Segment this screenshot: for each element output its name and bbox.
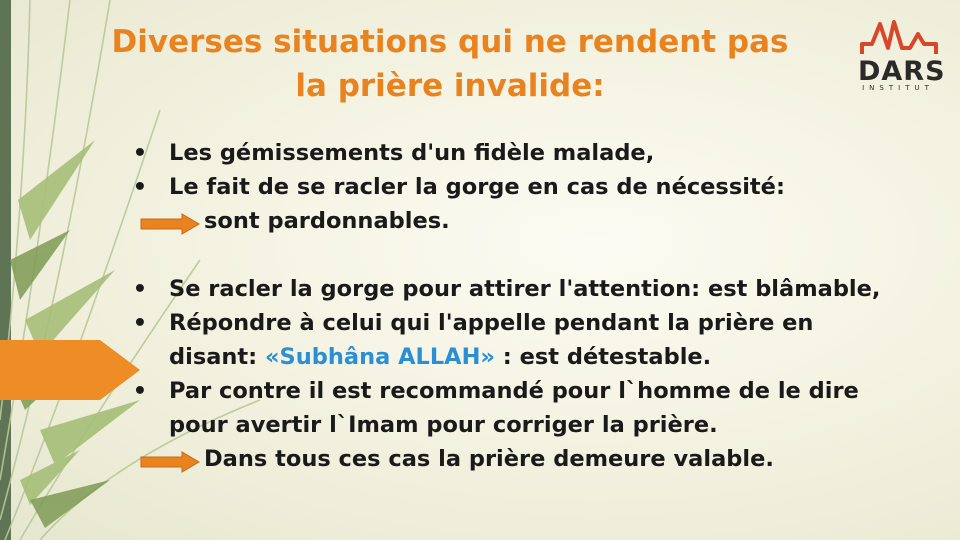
list-item-text: Par contre il est recommandé pour l`homm…: [169, 378, 859, 404]
orange-pennant: [0, 340, 140, 400]
title-line-2: la prière invalide:: [295, 68, 605, 104]
right-arrow-icon: [140, 451, 200, 473]
list-item-text: pour avertir l`Imam pour corriger la pri…: [169, 412, 718, 438]
list-item-text: disant: «Subhâna ALLAH» : est détestable…: [169, 344, 711, 370]
logo-emblem-icon: [860, 20, 938, 54]
conclusion-text: Dans tous ces cas la prière demeure vala…: [204, 446, 774, 472]
slide-title: Diverses situations qui ne rendent pas l…: [60, 20, 840, 108]
bullet-icon: •: [132, 378, 148, 404]
list-item-text: Répondre à celui qui l'appelle pendant l…: [169, 310, 814, 336]
slide: Diverses situations qui ne rendent pas l…: [0, 0, 960, 540]
list-item-text: Se racler la gorge pour attirer l'attent…: [169, 276, 881, 302]
highlighted-phrase: «Subhâna ALLAH»: [265, 344, 495, 370]
title-line-1: Diverses situations qui ne rendent pas: [111, 24, 789, 60]
dars-institut-logo: DARS INSTITUT: [858, 16, 946, 96]
logo-subtitle: INSTITUT: [862, 84, 934, 92]
text-prefix: disant:: [169, 344, 265, 370]
logo-name: DARS: [858, 56, 946, 87]
list-item-text: Les gémissements d'un fidèle malade,: [169, 140, 655, 166]
list-item-text: Le fait de se racler la gorge en cas de …: [169, 174, 785, 200]
bullet-icon: •: [132, 140, 148, 166]
right-arrow-icon: [140, 213, 200, 235]
conclusion-text: sont pardonnables.: [204, 208, 450, 234]
bullet-icon: •: [132, 174, 148, 200]
bullet-icon: •: [132, 276, 148, 302]
text-suffix: : est détestable.: [494, 344, 712, 370]
bullet-icon: •: [132, 310, 148, 336]
